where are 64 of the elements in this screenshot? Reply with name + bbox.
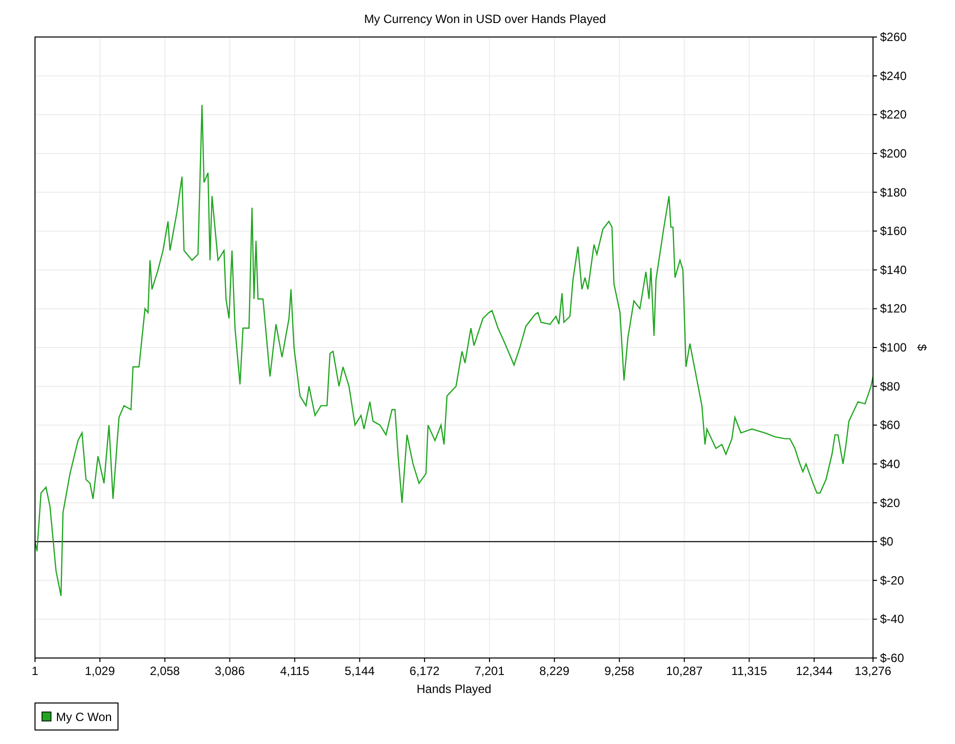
tick-mark [814,658,815,662]
tick-label: $160 [880,224,907,238]
tick-label: 11,315 [731,664,768,678]
tick-mark [872,463,878,464]
tick-label: 12,344 [796,664,833,678]
tick-label: 3,086 [214,664,245,678]
tick-label: $120 [880,302,907,316]
tick-label: $200 [880,146,907,160]
chart-title: My Currency Won in USD over Hands Played [364,12,606,26]
tick-label: $100 [880,340,907,354]
tick-label: 9,258 [604,664,634,678]
tick-mark [748,658,750,662]
tick-mark [872,152,878,154]
tick-label: $240 [880,68,907,83]
tick-label: 1,029 [84,664,115,678]
tick-mark [229,658,230,662]
tick-mark [359,658,360,662]
tick-label: $40 [880,456,900,471]
tick-mark [872,269,878,270]
tick-mark [872,114,878,116]
axis-title: Hands Played [416,682,492,696]
legend-label: My C Won [56,710,112,724]
tick-mark [872,618,878,620]
tick-mark [872,230,878,232]
tick-mark [872,580,878,581]
tick-label: 8,229 [539,664,570,678]
tick-label: $-60 [880,651,904,665]
tick-label: $-40 [880,612,904,626]
tick-mark [99,658,100,662]
tick-label: 4,115 [280,664,310,678]
tick-mark [872,386,878,387]
tick-label: 2,058 [150,664,180,678]
tick-label: 1 [32,664,38,678]
tick-mark [554,658,555,662]
tick-label: $20 [880,496,900,510]
tick-mark [489,658,490,662]
tick-mark [872,502,878,504]
tick-mark [872,424,878,426]
tick-mark [872,541,878,542]
tick-label: $260 [880,30,907,44]
tick-label: 5,144 [344,664,375,678]
tick-label: 13,276 [854,664,892,678]
tick-mark [164,658,166,662]
tick-mark [872,36,878,38]
tick-label: $60 [880,418,900,432]
tick-mark [872,192,878,193]
tick-label: $220 [880,108,907,122]
tick-mark [872,75,878,76]
tick-label: $140 [880,262,907,277]
tick-label: 10,287 [666,664,703,678]
tick-label: 7,201 [474,664,505,678]
tick-mark [872,347,878,348]
tick-mark [618,658,620,662]
tick-mark [684,658,685,662]
tick-mark [294,658,296,662]
tick-label: $180 [880,185,907,200]
axis-title: $ [915,344,929,351]
tick-mark [872,308,878,310]
tick-label: $-20 [880,573,904,588]
tick-label: $0 [880,534,894,549]
tick-label: 6,172 [410,664,440,678]
tick-mark [34,658,36,662]
tick-label: $80 [880,379,900,394]
tick-mark [424,658,426,662]
